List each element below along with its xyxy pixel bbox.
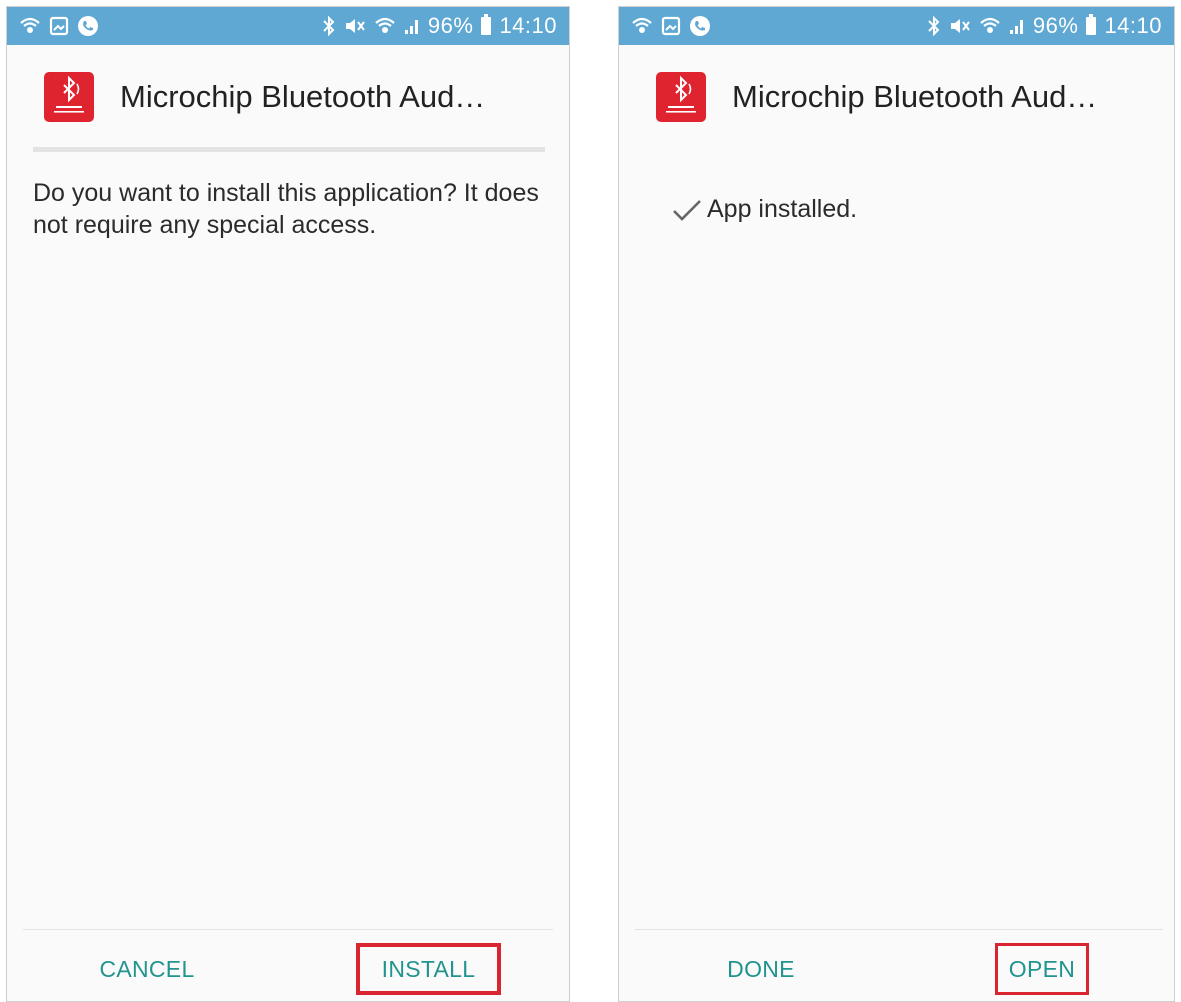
app-header: Microchip Bluetooth Aud… [7,45,569,149]
checkmark-icon [671,198,703,222]
installed-screen: 96% 14:10 Microchip Bluetooth Aud… App i… [618,6,1175,1002]
app-bluetooth-icon [44,72,94,122]
bluetooth-icon [927,16,941,36]
phone-icon [689,15,711,37]
bluetooth-icon [322,16,336,36]
done-button[interactable]: DONE [701,943,821,995]
battery-percentage: 96% [427,13,474,38]
battery-icon [481,14,492,35]
battery-icon [1086,14,1097,35]
mute-icon [949,16,971,36]
installed-status: App installed. [671,195,857,224]
phone-icon [77,15,99,37]
app-title: Microchip Bluetooth Aud… [732,79,1098,114]
clock: 14:10 [1104,13,1162,38]
signal-icon [404,17,420,35]
progress-divider [33,147,545,152]
wifi-call-icon [19,17,41,35]
wifi-call-icon [631,17,653,35]
battery-percentage: 96% [1032,13,1079,38]
button-bar-divider [635,929,1163,930]
status-bar: 96% 14:10 [619,7,1174,45]
app-title: Microchip Bluetooth Aud… [120,79,486,114]
app-bluetooth-icon [656,72,706,122]
installed-message: App installed. [707,195,858,223]
cancel-button[interactable]: CANCEL [77,943,217,995]
install-message: Do you want to install this application?… [33,179,539,239]
signal-icon [1009,17,1025,35]
install-prompt-screen: 96% 14:10 Microchip Bluetooth Aud… Do yo… [6,6,570,1002]
install-button[interactable]: INSTALL [356,943,501,995]
status-bar: 96% 14:10 [7,7,569,45]
open-button[interactable]: OPEN [995,943,1089,995]
mute-icon [344,16,366,36]
wifi-icon [979,17,1001,35]
gallery-icon [661,16,681,36]
wifi-icon [374,17,396,35]
app-header: Microchip Bluetooth Aud… [619,45,1174,149]
clock: 14:10 [499,13,557,38]
button-bar-divider [23,929,553,930]
gallery-icon [49,16,69,36]
